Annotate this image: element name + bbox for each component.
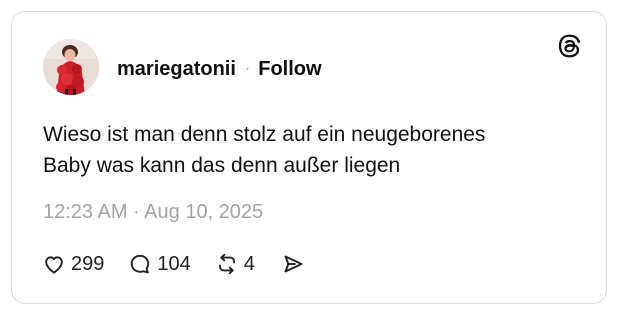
repost-button[interactable]: 4 [215,252,255,276]
repost-count: 4 [243,252,255,275]
threads-post-card: mariegatonii · Follow Wieso ist man denn… [11,11,607,304]
reply-count: 104 [157,252,191,275]
share-button[interactable] [281,252,305,276]
speech-bubble-icon [131,254,150,274]
follow-button[interactable]: Follow [258,58,321,81]
reply-button[interactable]: 104 [128,252,191,276]
post-text: Wieso ist man denn stolz auf ein neugebo… [43,119,583,181]
post-timestamp: 12:23 AM · Aug 10, 2025 [43,201,264,223]
post-text-line: Wieso ist man denn stolz auf ein neugebo… [43,123,486,146]
post-header: mariegatonii · Follow [117,57,322,81]
heart-icon [45,256,63,274]
send-paper-plane-icon [284,255,303,273]
avatar[interactable] [43,39,99,95]
repost-arrows-icon [218,253,235,275]
like-button[interactable]: 299 [42,252,104,276]
post-text-line: Baby was kann das denn außer liegen [43,154,401,177]
username[interactable]: mariegatonii [117,58,236,81]
separator-dot: · [244,60,251,77]
action-bar: 299 104 4 [42,249,305,279]
like-count: 299 [71,252,105,275]
threads-logo-icon[interactable] [556,32,584,60]
